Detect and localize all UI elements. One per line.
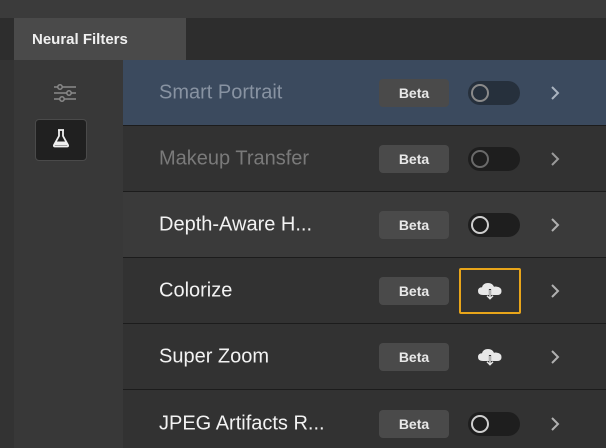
beta-badge: Beta — [379, 276, 449, 305]
filter-row-smart-portrait[interactable]: Smart Portrait Beta — [123, 60, 606, 126]
filter-label: Super Zoom — [159, 345, 270, 367]
filter-toggle[interactable] — [468, 146, 520, 171]
filter-label: JPEG Artifacts R... — [159, 412, 325, 435]
filter-label: Colorize — [159, 279, 233, 301]
cloud-download-button[interactable] — [459, 267, 521, 314]
beta-badge: Beta — [379, 410, 449, 438]
beta-badge: Beta — [379, 78, 449, 107]
chevron-right-icon[interactable] — [547, 347, 563, 367]
cloud-download-button[interactable] — [459, 334, 521, 380]
filter-row-jpeg-artifacts-removal[interactable]: JPEG Artifacts R... Beta — [123, 390, 606, 448]
filter-toggle[interactable] — [468, 412, 520, 436]
filter-row-makeup-transfer[interactable]: Makeup Transfer Beta — [123, 126, 606, 192]
tab-neural-filters[interactable]: Neural Filters — [14, 18, 186, 60]
panel-sidebar — [14, 60, 123, 448]
filter-toggle[interactable] — [468, 212, 520, 237]
left-edge — [0, 60, 14, 448]
chevron-right-icon[interactable] — [547, 414, 563, 434]
toggle-knob — [471, 415, 489, 433]
sliders-icon[interactable] — [52, 84, 78, 102]
filter-row-colorize[interactable]: Colorize Beta — [123, 258, 606, 324]
filter-label: Makeup Transfer — [159, 147, 310, 169]
cloud-download-icon — [478, 282, 502, 301]
filter-label: Depth-Aware H... — [159, 213, 313, 235]
tab-label: Neural Filters — [32, 30, 128, 48]
filter-label: Smart Portrait — [159, 81, 283, 103]
beta-filters-button[interactable] — [35, 119, 87, 161]
chevron-right-icon[interactable] — [547, 83, 563, 103]
filter-toggle[interactable] — [468, 80, 520, 105]
filter-row-super-zoom[interactable]: Super Zoom Beta — [123, 324, 606, 390]
chevron-right-icon[interactable] — [547, 215, 563, 235]
filter-list: Smart Portrait Beta Makeup Transfer Beta… — [123, 60, 606, 448]
chevron-right-icon[interactable] — [547, 281, 563, 301]
filter-row-depth-aware-haze[interactable]: Depth-Aware H... Beta — [123, 192, 606, 258]
toggle-knob — [471, 215, 489, 234]
cloud-download-icon — [478, 348, 502, 367]
toggle-knob — [471, 83, 489, 102]
toggle-knob — [471, 149, 489, 168]
flask-icon — [51, 128, 71, 153]
top-bar — [0, 0, 606, 18]
chevron-right-icon[interactable] — [547, 149, 563, 169]
beta-badge: Beta — [379, 342, 449, 371]
beta-badge: Beta — [379, 210, 449, 239]
beta-badge: Beta — [379, 144, 449, 173]
